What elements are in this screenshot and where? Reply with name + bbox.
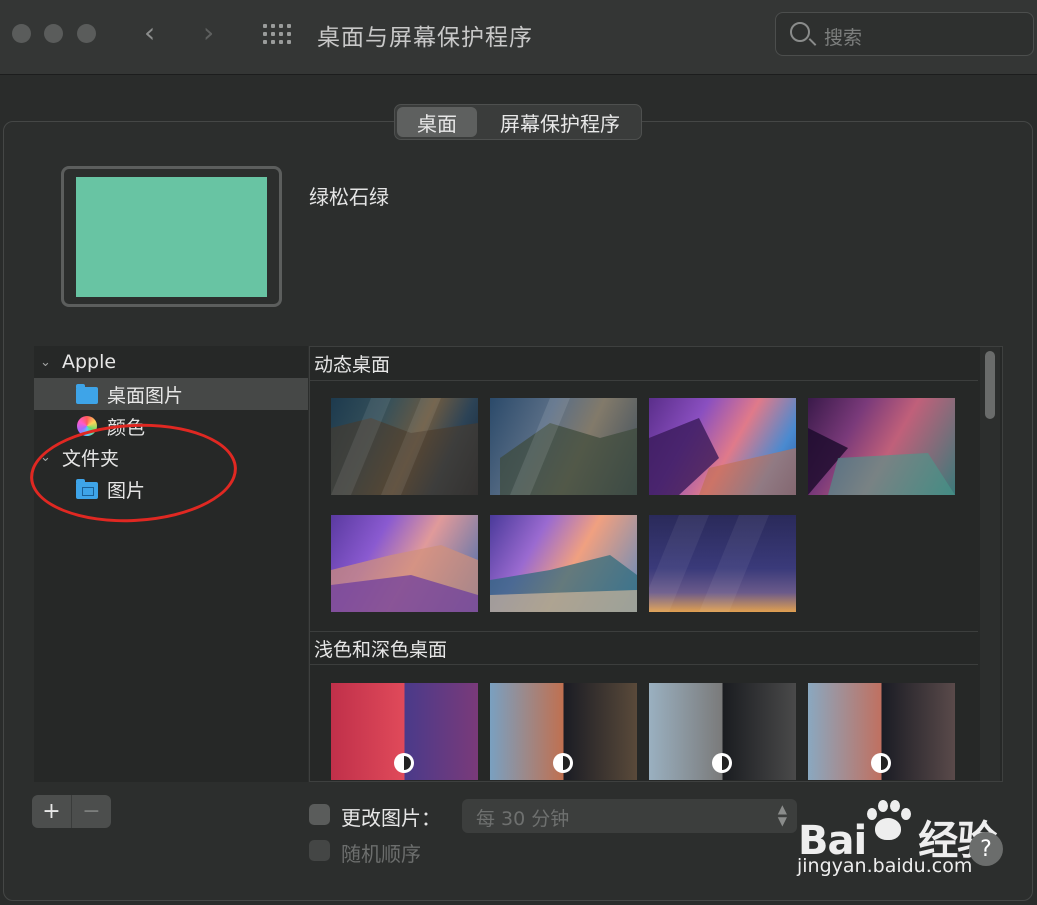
light-dark-mode-icon bbox=[871, 753, 891, 773]
wallpaper-gallery: 动态桌面 浅色和深色桌面 bbox=[309, 346, 1003, 782]
random-order-checkbox[interactable] bbox=[309, 840, 330, 861]
search-field[interactable]: 搜索 bbox=[775, 12, 1034, 56]
disclosure-chevron-icon[interactable]: ⌄ bbox=[40, 355, 51, 370]
zoom-window-button[interactable] bbox=[77, 24, 96, 43]
scrollbar-thumb[interactable] bbox=[985, 351, 995, 419]
light-dark-mode-icon bbox=[394, 753, 414, 773]
search-icon bbox=[790, 22, 810, 42]
gallery-scrollbar[interactable] bbox=[980, 347, 1000, 781]
sidebar-group-apple[interactable]: ⌄ Apple bbox=[34, 346, 308, 378]
wallpaper-thumbnail[interactable] bbox=[331, 398, 478, 495]
desktop-preview-swatch bbox=[76, 177, 267, 297]
add-remove-group: + − bbox=[32, 795, 111, 828]
close-window-button[interactable] bbox=[12, 24, 31, 43]
wallpaper-thumbnail[interactable] bbox=[331, 683, 478, 780]
title-bar: ‹ › 桌面与屏幕保护程序 搜索 bbox=[0, 0, 1037, 75]
add-folder-button[interactable]: + bbox=[32, 795, 71, 828]
paw-icon bbox=[863, 800, 913, 846]
desktop-preview bbox=[61, 166, 282, 307]
wallpaper-thumbnail[interactable] bbox=[490, 683, 637, 780]
window-title: 桌面与屏幕保护程序 bbox=[317, 25, 533, 51]
forward-button[interactable]: › bbox=[203, 18, 214, 48]
sidebar-item-desktop-pictures[interactable]: 桌面图片 bbox=[34, 378, 308, 410]
section-dynamic-desktop-header: 动态桌面 bbox=[310, 347, 978, 381]
back-button[interactable]: ‹ bbox=[144, 18, 155, 48]
source-list: ⌄ Apple 桌面图片 颜色 ⌄ 文件夹 图片 bbox=[34, 346, 308, 782]
show-all-grid-icon[interactable] bbox=[263, 24, 293, 44]
wallpaper-thumbnail[interactable] bbox=[649, 515, 796, 612]
wallpaper-thumbnail[interactable] bbox=[331, 515, 478, 612]
wallpaper-thumbnail[interactable] bbox=[490, 515, 637, 612]
wallpaper-thumbnail[interactable] bbox=[808, 398, 955, 495]
tab-desktop[interactable]: 桌面 bbox=[397, 107, 477, 137]
section-light-dark-header: 浅色和深色桌面 bbox=[310, 631, 978, 665]
interval-value: 每 30 分钟 bbox=[476, 808, 570, 830]
wallpaper-thumbnail[interactable] bbox=[808, 683, 955, 780]
help-button[interactable]: ? bbox=[969, 832, 1003, 866]
tab-screen-saver[interactable]: 屏幕保护程序 bbox=[479, 105, 641, 139]
remove-folder-button[interactable]: − bbox=[71, 795, 111, 828]
wallpaper-thumbnail[interactable] bbox=[649, 398, 796, 495]
sidebar-group-label: Apple bbox=[62, 351, 117, 373]
wallpaper-thumbnail[interactable] bbox=[649, 683, 796, 780]
random-order-label: 随机顺序 bbox=[341, 842, 421, 866]
folder-icon bbox=[76, 384, 98, 404]
tab-control: 桌面 屏幕保护程序 bbox=[394, 104, 642, 140]
updown-chevron-icon: ▲ ▼ bbox=[777, 802, 787, 828]
change-interval-select[interactable]: 每 30 分钟 ▲ ▼ bbox=[462, 799, 797, 833]
search-placeholder: 搜索 bbox=[824, 27, 863, 49]
change-picture-label: 更改图片： bbox=[341, 806, 441, 830]
sidebar-item-label: 桌面图片 bbox=[107, 384, 184, 407]
light-dark-mode-icon bbox=[712, 753, 732, 773]
light-dark-mode-icon bbox=[553, 753, 573, 773]
change-picture-checkbox[interactable] bbox=[309, 804, 330, 825]
wallpaper-thumbnail[interactable] bbox=[490, 398, 637, 495]
minimize-window-button[interactable] bbox=[44, 24, 63, 43]
watermark-domain: jingyan.baidu.com bbox=[797, 855, 973, 877]
wallpaper-name: 绿松石绿 bbox=[309, 185, 389, 209]
